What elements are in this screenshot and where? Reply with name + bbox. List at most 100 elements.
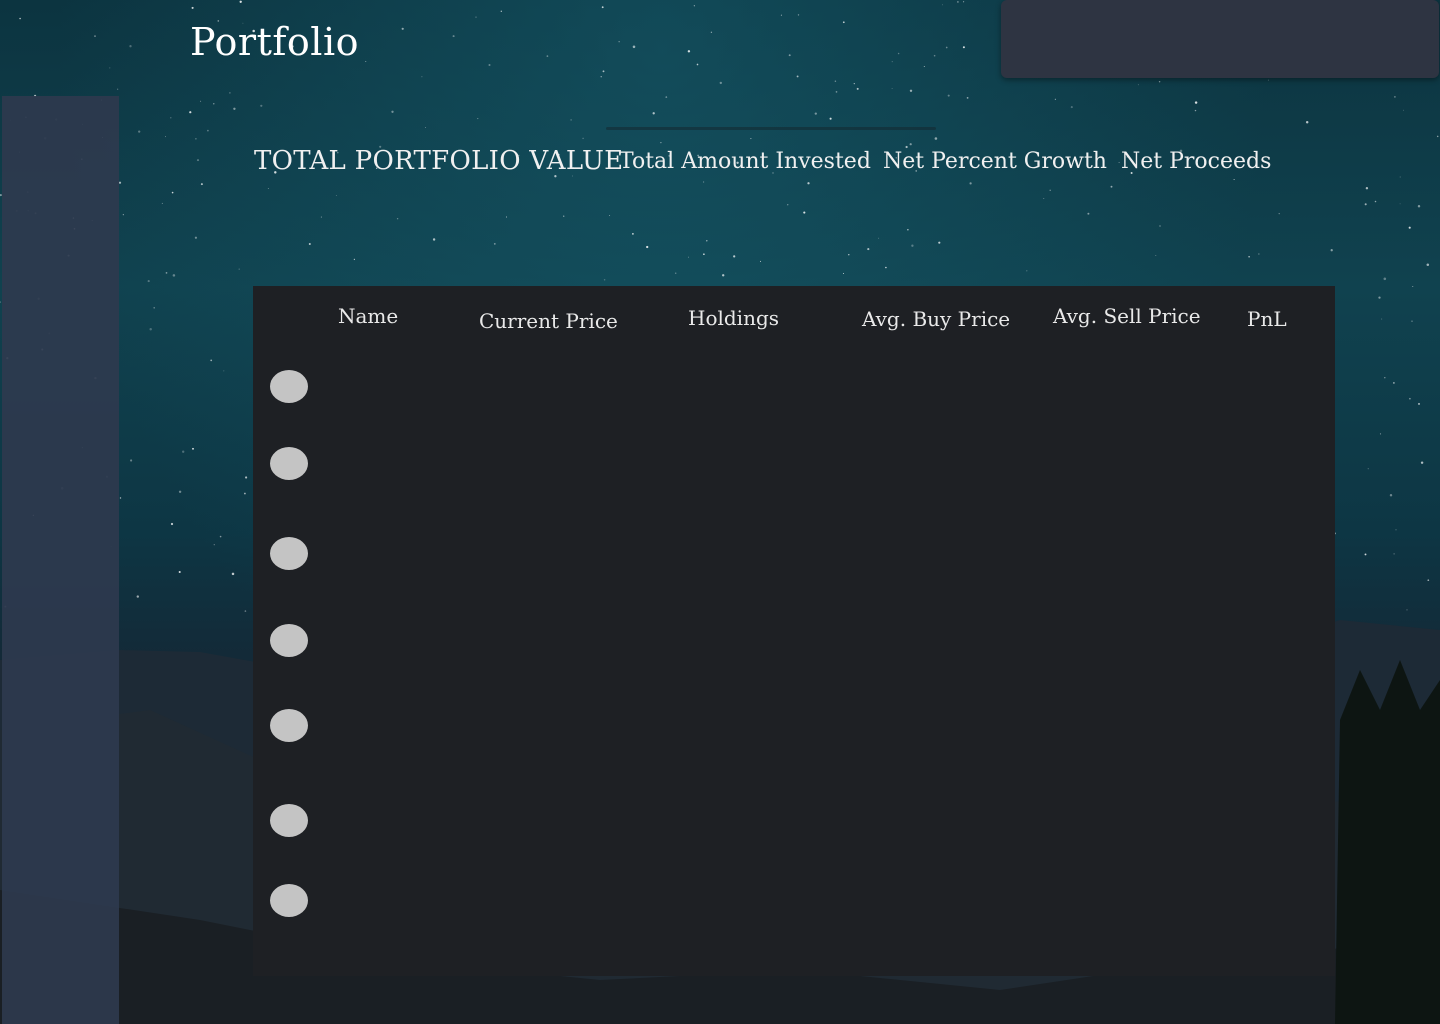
star-dot (1159, 225, 1161, 227)
star-dot (706, 240, 708, 242)
star-dot (693, 5, 695, 7)
star-dot (1393, 382, 1395, 384)
asset-avatar-placeholder[interactable] (270, 624, 308, 657)
star-dot (1393, 553, 1395, 555)
star-dot (710, 31, 713, 33)
star-dot (1427, 579, 1430, 582)
star-dot (687, 50, 691, 53)
star-dot (119, 497, 122, 499)
star-dot (848, 254, 850, 256)
star-dot (933, 54, 936, 57)
star-dot (475, 16, 477, 18)
star-dot (787, 204, 789, 206)
star-dot (1248, 256, 1250, 258)
star-dot (1110, 185, 1113, 188)
star-dot (1420, 461, 1424, 464)
star-dot (867, 248, 870, 251)
star-dot (1408, 226, 1411, 229)
star-dot (546, 55, 549, 57)
star-dot (1399, 203, 1401, 205)
asset-avatar-placeholder[interactable] (270, 804, 308, 837)
star-dot (243, 492, 246, 495)
star-dot (703, 253, 705, 256)
total-portfolio-value-label: TOTAL PORTFOLIO VALUE (254, 146, 624, 176)
star-dot (829, 117, 832, 120)
star-dot (213, 544, 215, 546)
stats-divider (606, 127, 936, 130)
star-dot (1389, 493, 1393, 497)
star-dot (1364, 553, 1367, 556)
star-dot (260, 104, 263, 107)
asset-avatar-placeholder[interactable] (270, 709, 308, 742)
star-dot (570, 119, 572, 121)
star-dot (947, 94, 950, 97)
star-dot (335, 194, 337, 197)
star-dot (780, 14, 782, 16)
star-dot (178, 490, 182, 494)
star-dot (1381, 318, 1383, 320)
star-dot (238, 268, 240, 270)
star-dot (1411, 320, 1413, 322)
star-dot (891, 61, 893, 63)
star-dot (842, 21, 845, 24)
star-dot (194, 236, 198, 239)
star-dot (1367, 468, 1369, 470)
star-dot (165, 272, 168, 274)
star-dot (660, 142, 662, 144)
star-dot (1049, 189, 1051, 192)
top-right-panel[interactable] (1001, 0, 1439, 78)
star-dot (941, 4, 943, 6)
star-dot (161, 202, 163, 204)
star-dot (94, 35, 96, 37)
star-dot (129, 45, 132, 48)
asset-avatar-placeholder[interactable] (270, 447, 308, 480)
net-percent-growth-label: Net Percent Growth (883, 149, 1107, 174)
star-dot (1194, 109, 1197, 112)
star-dot (803, 211, 806, 214)
star-dot (814, 112, 817, 115)
star-dot (267, 188, 269, 189)
star-dot (843, 273, 844, 274)
column-header-holdings[interactable]: Holdings (688, 306, 779, 330)
star-dot (189, 111, 192, 114)
star-dot (477, 118, 479, 120)
asset-avatar-placeholder[interactable] (270, 370, 308, 403)
star-dot (1155, 255, 1157, 256)
star-dot (223, 370, 225, 372)
star-dot (195, 137, 197, 140)
star-dot (1436, 135, 1439, 138)
star-dot (136, 595, 139, 598)
star-dot (797, 14, 800, 16)
star-dot (1417, 204, 1421, 208)
asset-avatar-placeholder[interactable] (270, 537, 308, 570)
sidebar[interactable] (2, 96, 119, 1024)
star-dot (618, 41, 620, 43)
asset-avatar-placeholder[interactable] (270, 884, 308, 917)
column-header-current-price[interactable]: Current Price (479, 309, 618, 333)
star-dot (891, 87, 893, 89)
column-header-pnl[interactable]: PnL (1247, 307, 1287, 331)
star-dot (401, 27, 404, 30)
star-dot (1418, 402, 1420, 405)
star-dot (923, 65, 925, 68)
star-dot (365, 60, 367, 62)
star-dot (1026, 270, 1028, 272)
column-header-name[interactable]: Name (338, 304, 398, 328)
star-dot (835, 91, 838, 93)
star-dot (244, 610, 247, 612)
star-dot (1043, 197, 1045, 199)
star-dot (759, 260, 762, 262)
star-dot (1384, 377, 1386, 379)
star-dot (632, 45, 636, 49)
star-dot (164, 136, 167, 138)
star-dot (239, 0, 242, 3)
star-dot (834, 80, 837, 82)
star-dot (149, 327, 152, 331)
star-dot (210, 359, 213, 362)
star-dot (632, 233, 634, 235)
star-dot (452, 35, 455, 38)
star-dot (1365, 187, 1369, 190)
star-dot (1158, 80, 1161, 83)
column-header-avg-sell-price[interactable]: Avg. Sell Price (1053, 304, 1201, 328)
column-header-avg-buy-price[interactable]: Avg. Buy Price (862, 307, 1010, 331)
